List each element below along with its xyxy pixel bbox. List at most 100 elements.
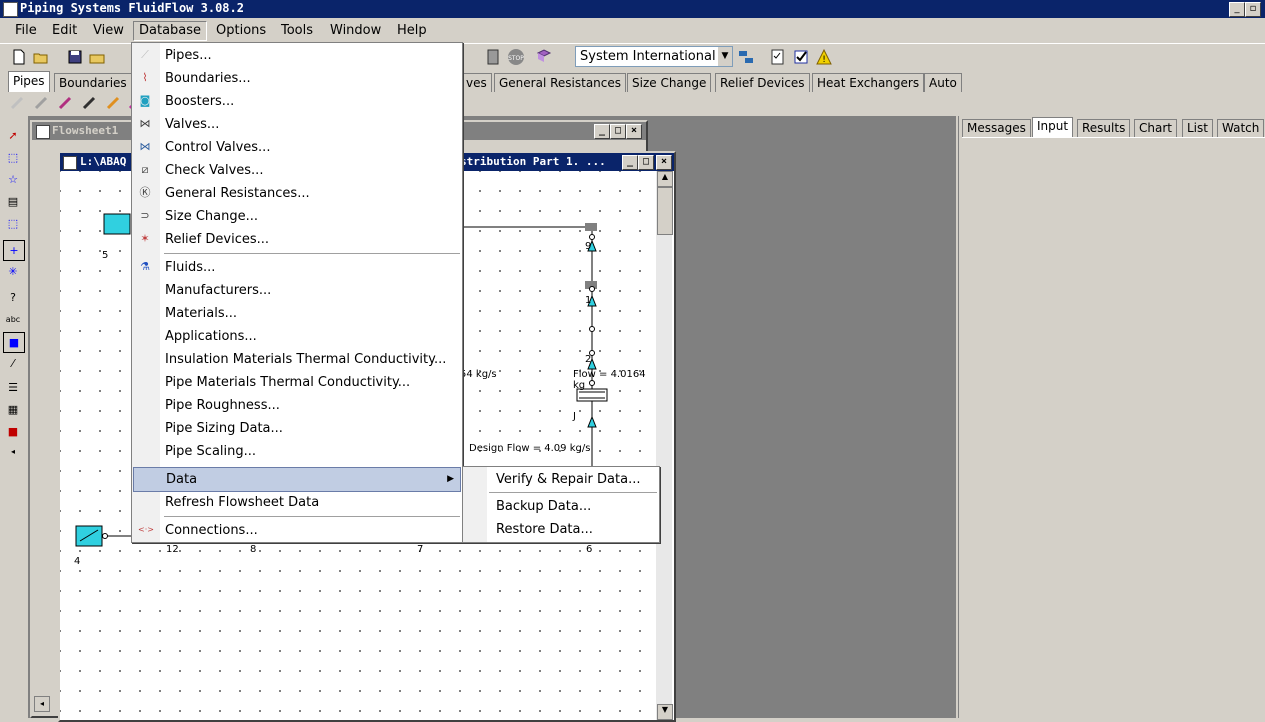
menu-item-refresh-flowsheet-data[interactable]: Refresh Flowsheet Data <box>132 491 462 514</box>
select-arrow-icon[interactable]: ➚ <box>3 126 23 145</box>
tab-auto[interactable]: Auto <box>924 73 962 92</box>
label-icon[interactable]: abc <box>3 310 23 329</box>
tab-size-change[interactable]: Size Change <box>627 73 712 92</box>
network-icon[interactable] <box>737 48 755 66</box>
properties-icon[interactable]: ▦ <box>3 400 23 419</box>
flowsheet1-maximize[interactable]: □ <box>610 124 626 139</box>
menu-item-relief-devices[interactable]: ✶ Relief Devices... <box>132 228 462 251</box>
menu-item-verify-repair[interactable]: Verify & Repair Data... <box>463 468 659 491</box>
flow-arrow-icon <box>587 415 597 428</box>
menu-item-valves[interactable]: ⋈ Valves... <box>132 113 462 136</box>
warning-icon[interactable]: ! <box>815 48 833 66</box>
flowsheet2-minimize[interactable]: _ <box>622 155 638 170</box>
tab-input[interactable]: Input <box>1032 117 1074 137</box>
flowsheet2-title-left: L:\ABAQ <box>80 155 127 168</box>
menu-item-manufacturers[interactable]: Manufacturers... <box>132 279 462 302</box>
menu-item-backup-data[interactable]: Backup Data... <box>463 495 659 518</box>
text-icon[interactable]: ▤ <box>3 192 23 211</box>
checklist-icon[interactable] <box>769 48 787 66</box>
menu-edit[interactable]: Edit <box>47 22 82 40</box>
vertical-scrollbar[interactable]: ▲ ▼ <box>656 171 673 720</box>
tab-heat-exchangers[interactable]: Heat Exchangers <box>812 73 925 92</box>
node-label: 6 <box>586 544 593 555</box>
menu-item-pipe-scaling[interactable]: Pipe Scaling... <box>132 440 462 463</box>
menu-item-materials[interactable]: Materials... <box>132 302 462 325</box>
menu-tools[interactable]: Tools <box>276 22 318 40</box>
minimize-button[interactable]: _ <box>1229 2 1245 17</box>
junction-icon[interactable]: ✳ <box>3 262 23 281</box>
right-panel: Messages Input Results Chart List Watch <box>958 116 1265 718</box>
menu-item-control-valves[interactable]: ⋈ Control Valves... <box>132 136 462 159</box>
menu-view[interactable]: View <box>88 22 129 40</box>
menu-item-applications[interactable]: Applications... <box>132 325 462 348</box>
tab-general-resistances[interactable]: General Resistances <box>494 73 627 92</box>
menu-item-check-valves[interactable]: ⧄ Check Valves... <box>132 159 462 182</box>
scroll-left-button[interactable]: ◂ <box>34 696 50 712</box>
menu-database[interactable]: Database <box>133 21 208 41</box>
line-style-icon[interactable]: ☰ <box>3 378 23 397</box>
stop-icon[interactable]: STOP <box>507 48 525 66</box>
menu-item-pipe-roughness[interactable]: Pipe Roughness... <box>132 394 462 417</box>
menu-window[interactable]: Window <box>325 22 386 40</box>
tab-valves[interactable]: ves <box>462 73 492 92</box>
menu-item-insulation-conductivity[interactable]: Insulation Materials Thermal Conductivit… <box>132 348 462 371</box>
checkbox-icon[interactable] <box>792 48 810 66</box>
tab-boundaries[interactable]: Boundaries <box>54 73 132 92</box>
lasso-icon[interactable]: ☆ <box>3 170 23 189</box>
flowsheet2-close[interactable]: × <box>656 155 672 170</box>
relief-icon: ✶ <box>140 232 150 245</box>
rect-select-icon[interactable]: ⬚ <box>3 148 23 167</box>
svg-text:!: ! <box>822 55 826 65</box>
flowsheet1-minimize[interactable]: _ <box>594 124 610 139</box>
calculator-icon[interactable] <box>484 48 502 66</box>
menu-item-general-resistances[interactable]: Ⓚ General Resistances... <box>132 182 462 205</box>
node-label: 7 <box>417 544 424 555</box>
units-select-value: System International <box>580 49 716 64</box>
node-label: 2 <box>585 354 592 365</box>
tab-results[interactable]: Results <box>1077 119 1131 137</box>
restore-button[interactable]: ▫ <box>1245 2 1261 17</box>
menu-item-boosters[interactable]: ◙ Boosters... <box>132 90 462 113</box>
stop-square-icon[interactable]: ■ <box>3 422 23 441</box>
design-flow-label: Design Flow = 4.09 kg/s <box>469 443 591 454</box>
tab-messages[interactable]: Messages <box>962 119 1031 137</box>
tab-pipes[interactable]: Pipes <box>8 71 50 92</box>
scroll-left-icon[interactable]: ◂ <box>3 442 23 461</box>
node-add-icon[interactable]: + <box>3 240 25 261</box>
menu-item-restore-data[interactable]: Restore Data... <box>463 518 659 541</box>
chevron-down-icon[interactable]: ▼ <box>718 47 732 66</box>
check-valve-icon: ⧄ <box>141 163 149 176</box>
save-icon[interactable] <box>66 48 84 66</box>
open-project-icon[interactable] <box>88 48 106 66</box>
tab-list[interactable]: List <box>1182 119 1213 137</box>
menu-item-pipes[interactable]: ⟋ Pipes... <box>132 44 462 67</box>
tab-watch[interactable]: Watch <box>1217 119 1265 137</box>
menu-options[interactable]: Options <box>211 22 271 40</box>
scroll-thumb[interactable] <box>657 187 673 235</box>
menu-item-size-change[interactable]: ⊃ Size Change... <box>132 205 462 228</box>
menu-item-connections[interactable]: <·> Connections... <box>132 519 462 542</box>
tab-chart[interactable]: Chart <box>1134 119 1177 137</box>
menu-separator <box>164 516 460 517</box>
zoom-select-icon[interactable]: ⬚ <box>3 214 23 233</box>
node-label: 5 <box>102 250 109 261</box>
flowsheet1-close[interactable]: × <box>626 124 642 139</box>
menu-item-boundaries[interactable]: ⌇ Boundaries... <box>132 67 462 90</box>
scroll-up-icon[interactable]: ▲ <box>657 171 673 187</box>
new-file-icon[interactable] <box>10 48 28 66</box>
menu-item-pipe-sizing-data[interactable]: Pipe Sizing Data... <box>132 417 462 440</box>
help-icon[interactable]: ? <box>3 288 23 307</box>
menu-item-fluids[interactable]: ⚗ Fluids... <box>132 256 462 279</box>
units-select[interactable]: System International ▼ <box>575 46 733 67</box>
open-folder-icon[interactable] <box>32 48 50 66</box>
menu-item-data[interactable]: Data ▶ <box>133 467 461 492</box>
tab-relief-devices[interactable]: Relief Devices <box>715 73 810 92</box>
line-width-icon[interactable]: ⁄ <box>3 354 23 373</box>
database-book-icon[interactable] <box>535 48 553 66</box>
color-fill-icon[interactable]: ■ <box>3 332 25 353</box>
menu-help[interactable]: Help <box>392 22 432 40</box>
flowsheet2-maximize[interactable]: □ <box>638 155 654 170</box>
menu-item-pipe-materials-conductivity[interactable]: Pipe Materials Thermal Conductivity... <box>132 371 462 394</box>
menu-file[interactable]: File <box>10 22 42 40</box>
flow-label: 54 kg/s <box>460 369 497 380</box>
